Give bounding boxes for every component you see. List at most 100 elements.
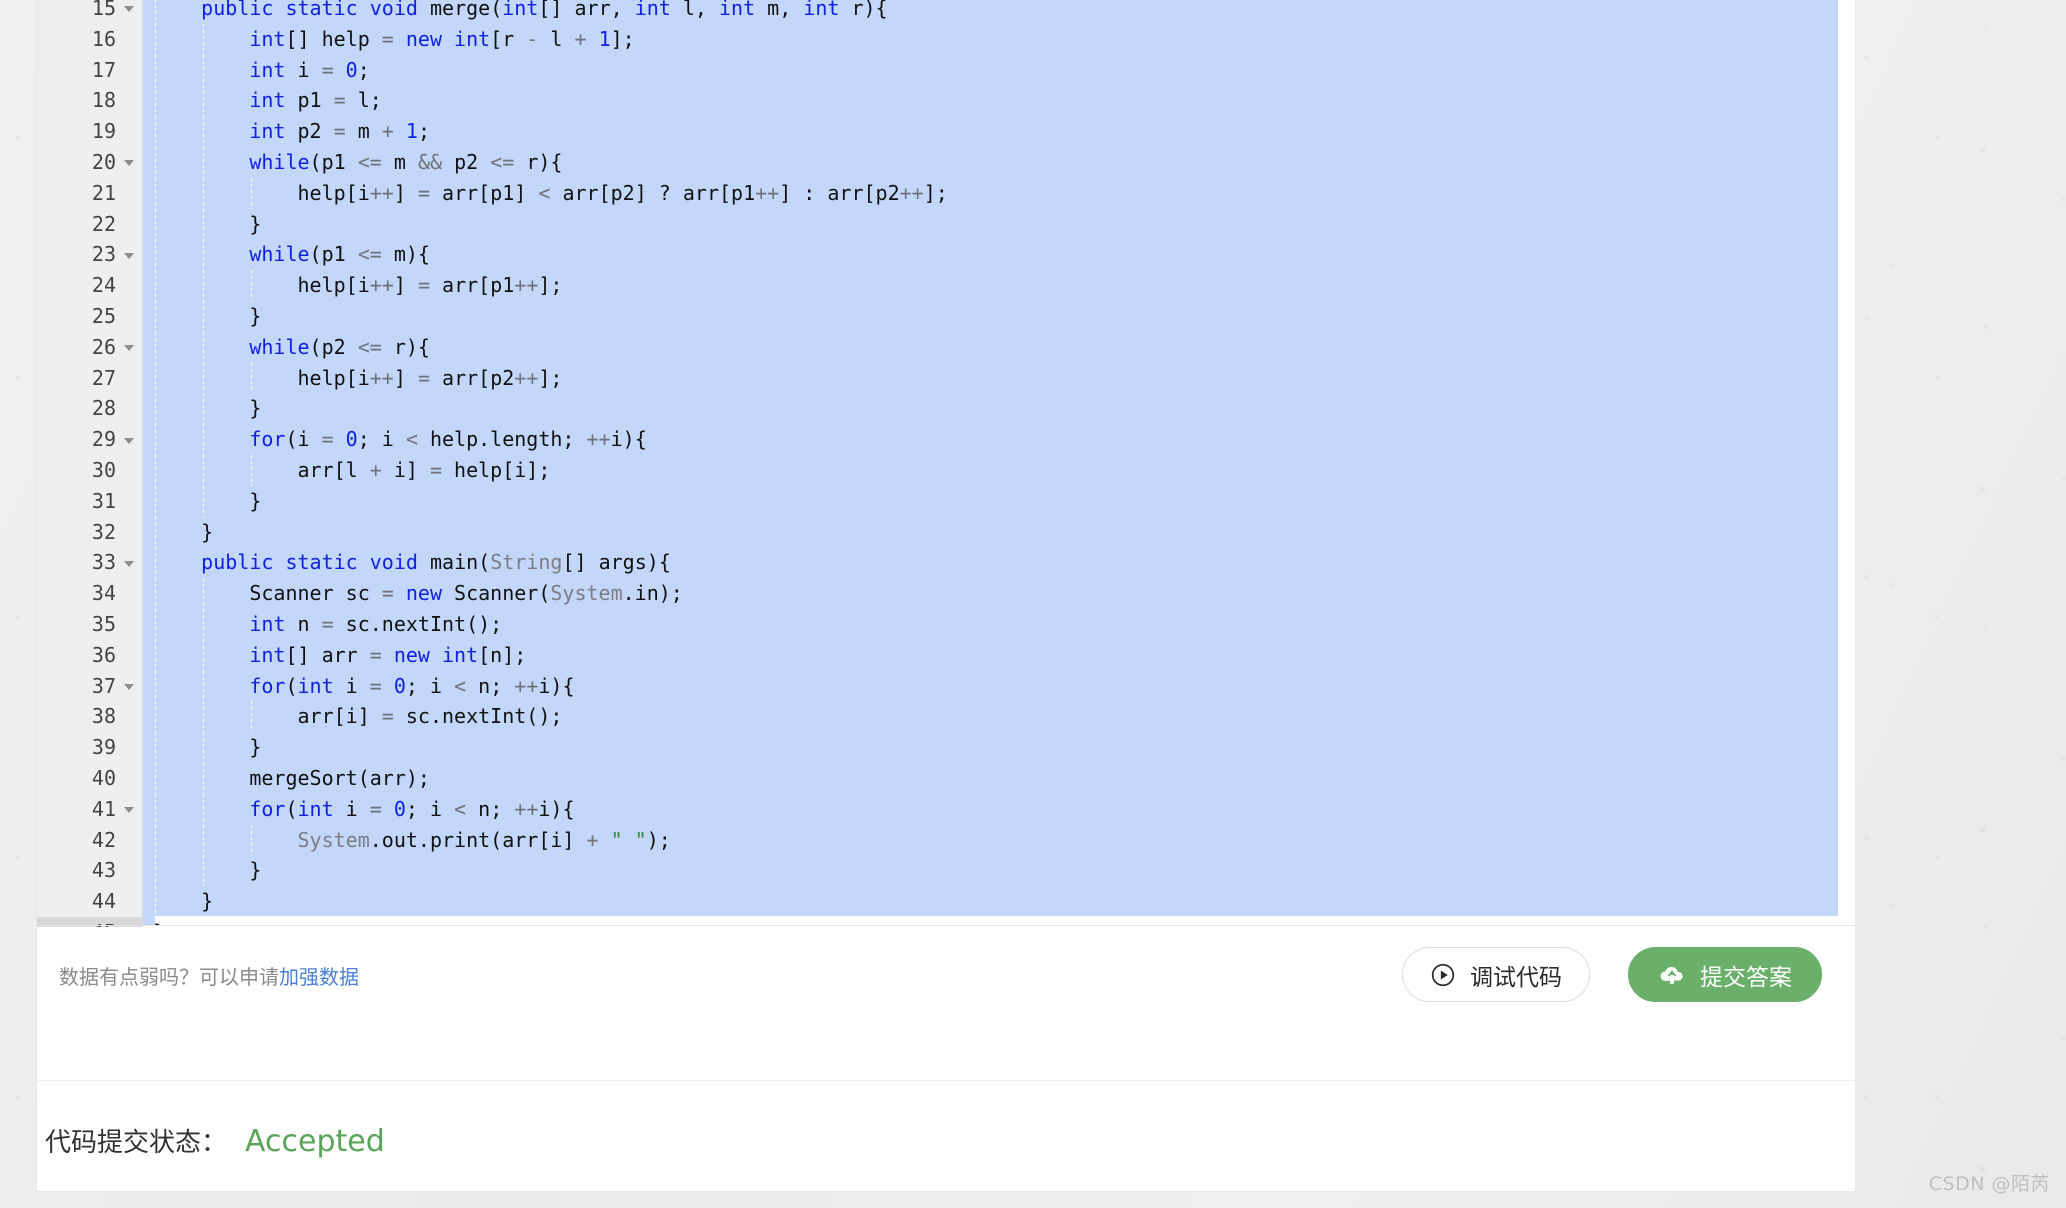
code-token: int xyxy=(454,26,491,51)
line-number: 15 xyxy=(37,0,142,24)
code-token: 0 xyxy=(393,796,406,821)
code-line: } xyxy=(143,516,1855,548)
indent-guide xyxy=(155,300,156,332)
code-token: int xyxy=(249,57,286,82)
code-token: ++ xyxy=(514,365,539,390)
code-line: int p2 = m + 1; xyxy=(143,116,1855,147)
fold-toggle-icon[interactable] xyxy=(124,160,134,167)
code-token: m){ xyxy=(381,242,430,267)
indent-guide xyxy=(155,547,156,579)
line-number: 36 xyxy=(91,642,116,667)
editor-bottom-border xyxy=(37,925,1855,926)
code-token: + xyxy=(586,827,599,852)
indent-guide xyxy=(203,670,204,702)
code-token: sc.nextInt(); xyxy=(333,611,503,636)
fold-toggle-icon[interactable] xyxy=(124,345,134,352)
code-line: while(p1 <= m){ xyxy=(143,239,1855,271)
indent-guide xyxy=(203,393,204,425)
code-line: int[] help = new int[r - l + 1]; xyxy=(143,23,1855,55)
code-token: m, xyxy=(755,0,804,20)
code-token: Scanner( xyxy=(454,581,551,606)
code-area[interactable]: public static void merge(int[] arr, int … xyxy=(143,0,1855,926)
code-token: i xyxy=(333,673,370,698)
code-token: while xyxy=(249,242,310,267)
indent-guide xyxy=(155,177,156,209)
code-token: [] args){ xyxy=(562,550,671,575)
indent-guide xyxy=(155,701,156,733)
code-token: } xyxy=(201,889,214,914)
indent-guide xyxy=(203,762,204,794)
line-number: 38 xyxy=(91,704,116,729)
code-token: [] arr, xyxy=(538,0,635,20)
code-token: < xyxy=(454,673,467,698)
code-token: help[i xyxy=(297,273,370,298)
strengthen-data-link[interactable]: 加强数据 xyxy=(279,965,359,989)
indent-guide xyxy=(203,177,204,209)
code-token: " " xyxy=(610,827,647,852)
code-editor[interactable]: 15 16 17 18 19 20 21 22 23 24 25 26 27 28 29 30 31 32 33 34… xyxy=(37,0,1855,948)
code-line: } xyxy=(143,393,1855,425)
line-number: 25 xyxy=(91,303,116,328)
code-token: l, xyxy=(670,0,719,20)
line-number: 40 xyxy=(91,765,116,790)
submission-status-bar: 代码提交状态： Accepted xyxy=(37,1081,1855,1191)
submission-status-value: Accepted xyxy=(245,1124,385,1159)
submit-answer-label: 提交答案 xyxy=(1700,964,1792,991)
code-token: ]; xyxy=(538,273,563,298)
code-token: mergeSort(arr); xyxy=(249,765,430,790)
code-token: r){ xyxy=(381,334,430,359)
code-token: <= xyxy=(357,334,382,359)
code-token: <= xyxy=(357,149,382,174)
code-token: ]; xyxy=(923,180,948,205)
indent-guide xyxy=(155,208,156,240)
code-token: ( xyxy=(285,673,298,698)
indent-guide xyxy=(155,608,156,640)
fold-toggle-icon[interactable] xyxy=(124,560,134,567)
code-token: ++ xyxy=(514,273,539,298)
submission-status: 代码提交状态： Accepted xyxy=(45,1122,385,1159)
fold-toggle-icon[interactable] xyxy=(124,683,134,690)
code-token: n xyxy=(285,611,322,636)
line-number: 30 xyxy=(91,457,116,482)
indent-guide xyxy=(155,23,156,55)
indent-guide xyxy=(203,424,204,455)
line-number: 16 xyxy=(91,26,116,51)
indent-guide xyxy=(155,331,156,363)
code-token: static xyxy=(285,550,370,575)
code-token: int xyxy=(249,119,286,144)
indent-guide xyxy=(251,824,252,856)
indent-guide xyxy=(203,116,204,147)
fold-toggle-icon[interactable] xyxy=(124,6,134,13)
indent-guide xyxy=(203,701,204,733)
code-content[interactable]: public static void merge(int[] arr, int … xyxy=(143,0,1855,926)
indent-guide xyxy=(203,362,204,394)
fold-toggle-icon[interactable] xyxy=(124,437,134,444)
submit-answer-button[interactable]: 提交答案 xyxy=(1628,947,1822,1002)
fold-toggle-icon[interactable] xyxy=(124,807,134,814)
fold-toggle-icon[interactable] xyxy=(124,252,134,259)
strengthen-data-hint: 数据有点弱吗？可以申请加强数据 xyxy=(59,961,359,990)
indent-guide xyxy=(203,208,204,240)
code-token: main( xyxy=(429,550,491,575)
code-token: l; xyxy=(345,88,382,113)
line-number: 23 xyxy=(37,239,142,270)
debug-code-label: 调试代码 xyxy=(1470,964,1562,991)
line-number: 35 xyxy=(91,611,116,636)
code-token: void xyxy=(369,550,430,575)
indent-guide xyxy=(251,270,252,301)
code-token: arr[p1 xyxy=(429,273,515,298)
code-token: [n]; xyxy=(478,642,527,667)
indent-guide xyxy=(155,485,156,517)
code-token: } xyxy=(249,488,262,513)
code-token: arr[l xyxy=(297,457,370,482)
code-token: System xyxy=(297,827,370,852)
code-token: = xyxy=(321,427,334,452)
debug-code-button[interactable]: 调试代码 xyxy=(1402,947,1590,1002)
code-token: i){ xyxy=(538,673,575,698)
line-number: 44 xyxy=(91,889,116,914)
